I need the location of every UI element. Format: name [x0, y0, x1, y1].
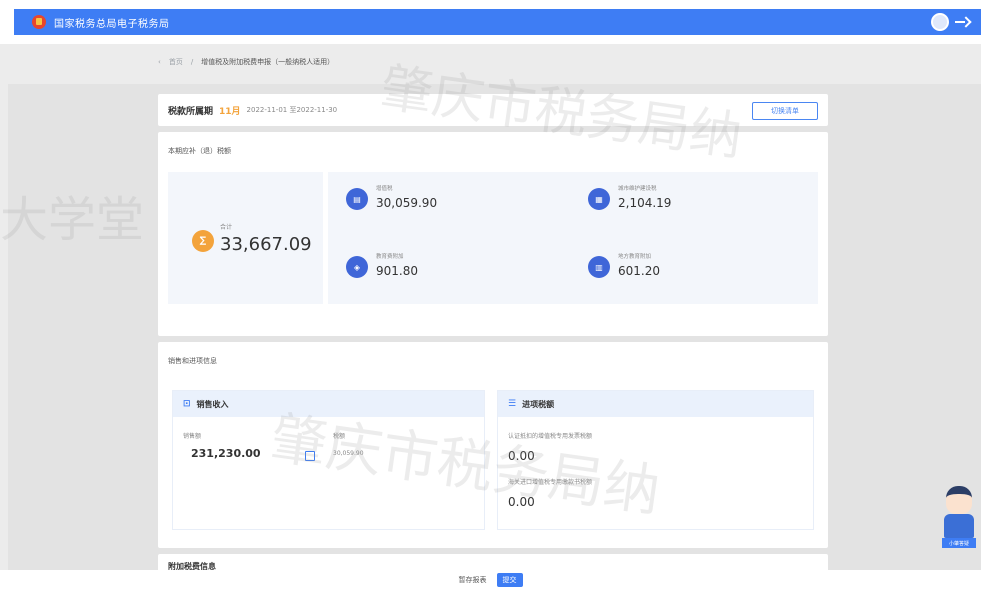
top-bar: 国家税务总局电子税务局: [0, 0, 981, 44]
input-tax-panel: ☰ 进项税额 认证抵扣的增值税专用发票税额 0.00 海关进口增值税专用缴款书税…: [497, 390, 814, 530]
tax-summary-title: 本期应补（退）税额: [168, 147, 231, 155]
sales-tax-value: 30,059.90: [333, 450, 364, 457]
user-area: [931, 13, 971, 31]
input-tax-title: 进项税额: [522, 399, 555, 409]
tax-item-city-construction: ▦ 城市维护建设税 2,104.19: [588, 184, 671, 210]
breadcrumb-current: 增值税及附加税费申报（一般纳税人适用）: [201, 58, 335, 66]
sales-card: 销售和进项信息 ⊡ 销售收入 销售额 231,230.00 税额 30,059.…: [158, 342, 828, 548]
building-icon: ▦: [588, 188, 610, 210]
back-arrow-icon[interactable]: ‹: [158, 58, 161, 66]
tax-item-label: 教育费附加: [376, 254, 404, 260]
tax-item-education-surcharge: ◈ 教育费附加 901.80: [346, 252, 418, 278]
switch-list-button[interactable]: 切换清单: [752, 102, 818, 120]
tax-item-label: 增值税: [376, 186, 393, 192]
main-content: 税款所属期 11月 2022-11-01 至2022-11-30 切换清单 本期…: [8, 84, 981, 574]
breadcrumb-separator: /: [190, 58, 194, 66]
sales-income-title: 销售收入: [196, 399, 229, 409]
tax-emblem-icon: [32, 15, 46, 29]
tax-total-panel: ∑ 合计 33,667.09: [168, 172, 323, 304]
site-title: 国家税务总局电子税务局: [54, 18, 170, 30]
tax-item-label: 城市维护建设税: [618, 186, 657, 192]
breadcrumb: ‹ 首页 / 增值税及附加税费申报（一般纳税人适用）: [158, 54, 334, 70]
tax-item-value: 2,104.19: [618, 196, 672, 210]
robot-head: [946, 486, 972, 514]
breadcrumb-home[interactable]: 首页: [169, 57, 183, 67]
period-range: 2022-11-01 至2022-11-30: [246, 106, 338, 114]
header-banner: 国家税务总局电子税务局: [14, 9, 981, 35]
user-avatar[interactable]: [931, 13, 949, 31]
list-icon: ☰: [508, 399, 517, 409]
tax-item-value: 901.80: [376, 264, 418, 278]
sales-amount-label: 销售额: [183, 433, 202, 440]
total-value: 33,667.09: [220, 234, 312, 255]
logout-icon[interactable]: [955, 16, 971, 28]
tax-details-panel: ▤ 增值税 30,059.90 ▦ 城市维护建设税 2,104.19 ◈ 教育费…: [328, 172, 818, 304]
education-icon: ◈: [346, 256, 368, 278]
total-icon: ∑: [192, 230, 214, 252]
total-label: 合计: [220, 224, 233, 231]
input-tax-row1-label: 认证抵扣的增值税专用发票税额: [508, 433, 593, 440]
sales-income-panel: ⊡ 销售收入 销售额 231,230.00 税额 30,059.90: [172, 390, 485, 530]
period-card: 税款所属期 11月 2022-11-01 至2022-11-30 切换清单: [158, 94, 828, 126]
chart-icon: ⊡: [183, 399, 191, 409]
input-tax-header: ☰ 进项税额: [498, 391, 813, 417]
save-draft-button[interactable]: 暂存报表: [459, 575, 487, 585]
sales-income-header: ⊡ 销售收入: [173, 391, 484, 417]
input-tax-row1-value: 0.00: [508, 449, 535, 463]
robot-body: [944, 514, 974, 538]
calculator-icon[interactable]: [305, 451, 315, 461]
tax-item-vat: ▤ 增值税 30,059.90: [346, 184, 437, 210]
invoice-icon: ▤: [346, 188, 368, 210]
period-label: 税款所属期: [168, 106, 214, 117]
tax-item-value: 601.20: [618, 264, 660, 278]
sales-tax-label: 税额: [333, 433, 346, 440]
bottom-action-bar: 暂存报表 提交: [0, 570, 981, 590]
robot-badge: 小肇答疑: [942, 538, 976, 548]
tax-item-value: 30,059.90: [376, 196, 438, 210]
submit-button[interactable]: 提交: [496, 573, 523, 587]
input-tax-row2-value: 0.00: [508, 495, 535, 509]
assistant-robot[interactable]: 小肇答疑: [940, 486, 978, 550]
sales-title: 销售和进项信息: [168, 357, 217, 365]
input-tax-row2-label: 海关进口增值税专用缴款书税额: [508, 479, 593, 486]
tax-summary-card: 本期应补（退）税额 ∑ 合计 33,667.09 ▤ 增值税 30,059.90…: [158, 132, 828, 336]
sales-amount-value[interactable]: 231,230.00: [191, 447, 261, 460]
tax-item-label: 地方教育附加: [618, 254, 652, 260]
tax-item-local-education: ▥ 地方教育附加 601.20: [588, 252, 660, 278]
grid-icon: ▥: [588, 256, 610, 278]
period-month: 11月: [219, 106, 241, 117]
